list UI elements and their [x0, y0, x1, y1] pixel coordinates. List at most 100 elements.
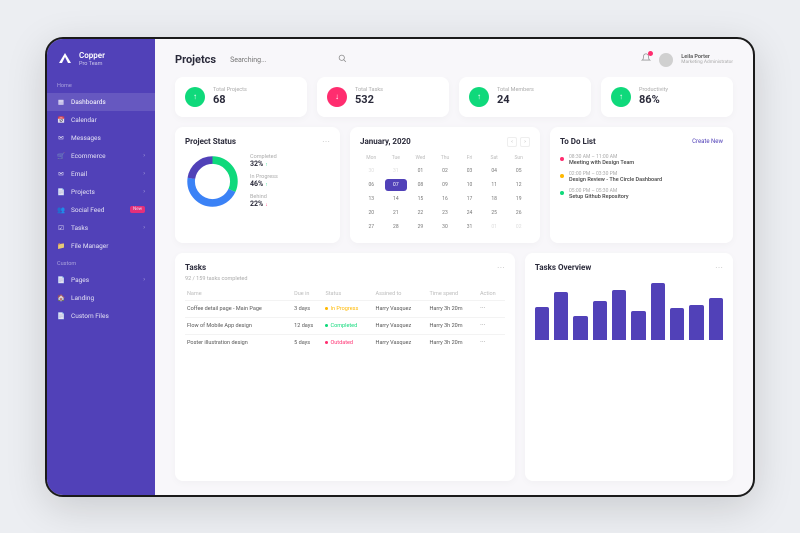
calendar-day[interactable]: 01	[409, 165, 432, 177]
search-icon[interactable]	[338, 54, 347, 66]
sidebar-item-tasks[interactable]: ☑Tasks›	[47, 219, 155, 237]
bar	[709, 298, 723, 340]
table-row[interactable]: Coffee detail page - Main Page3 daysIn P…	[185, 300, 505, 317]
calendar-day[interactable]: 21	[385, 207, 408, 219]
calendar-dow: Tue	[385, 153, 408, 163]
table-row[interactable]: Poster illustration design5 daysOutdated…	[185, 334, 505, 351]
row-action-icon[interactable]: ⋯	[478, 300, 505, 317]
calendar-day[interactable]: 31	[385, 165, 408, 177]
calendar-day[interactable]: 31	[458, 221, 481, 233]
calendar-card: January, 2020 ‹ › MonTueWedThuFriSatSun3…	[350, 127, 540, 243]
calendar-day[interactable]: 13	[360, 193, 383, 205]
tasks-title: Tasks	[185, 263, 206, 272]
sidebar-item-landing[interactable]: 🏠Landing	[47, 289, 155, 307]
calendar-day[interactable]: 30	[434, 221, 457, 233]
sidebar-item-dashboards[interactable]: ▦Dashboards	[47, 93, 155, 111]
sidebar-item-messages[interactable]: ✉Messages	[47, 129, 155, 147]
sidebar-item-ecommerce[interactable]: 🛒Ecommerce›	[47, 147, 155, 165]
calendar-day[interactable]: 20	[360, 207, 383, 219]
calendar-day[interactable]: 24	[458, 207, 481, 219]
stat-value: 86%	[639, 93, 668, 106]
todo-item[interactable]: 02:00 PM – 03:30 PMDesign Review - The C…	[560, 171, 723, 183]
calendar-day[interactable]: 26	[507, 207, 530, 219]
calendar-day[interactable]: 08	[409, 179, 432, 191]
calendar-day[interactable]: 01	[483, 221, 506, 233]
sidebar-item-pages[interactable]: 📄Pages›	[47, 271, 155, 289]
calendar-day[interactable]: 28	[385, 221, 408, 233]
calendar-prev[interactable]: ‹	[507, 137, 517, 147]
more-icon[interactable]: ⋯	[322, 137, 330, 146]
row-action-icon[interactable]: ⋯	[478, 317, 505, 334]
logo-icon	[57, 51, 73, 67]
table-row[interactable]: Flow of Mobile App design12 daysComplete…	[185, 317, 505, 334]
calendar-day[interactable]: 17	[458, 193, 481, 205]
calendar-day[interactable]: 22	[409, 207, 432, 219]
calendar-day[interactable]: 23	[434, 207, 457, 219]
sidebar-item-projects[interactable]: 📄Projects›	[47, 183, 155, 201]
bar-chart	[535, 280, 723, 340]
calendar-day[interactable]: 14	[385, 193, 408, 205]
search-input[interactable]	[230, 56, 330, 64]
bar	[689, 305, 703, 340]
nav-icon: ☑	[57, 224, 65, 232]
app-frame: Copper Pro Team Home ▦Dashboards📅Calenda…	[45, 37, 755, 497]
nav-icon: ✉	[57, 134, 65, 142]
calendar-day[interactable]: 02	[507, 221, 530, 233]
row-action-icon[interactable]: ⋯	[478, 334, 505, 351]
nav-icon: ▦	[57, 98, 65, 106]
notifications-icon[interactable]	[641, 53, 651, 66]
calendar-dow: Thu	[434, 153, 457, 163]
todo-item[interactable]: 05:00 PM – 05:30 AMSetup Github Reposito…	[560, 188, 723, 200]
stat-trend-icon: ↑	[185, 87, 205, 107]
calendar-day[interactable]: 02	[434, 165, 457, 177]
calendar-day[interactable]: 29	[409, 221, 432, 233]
table-header: Assined to	[374, 288, 428, 301]
calendar-day[interactable]: 03	[458, 165, 481, 177]
calendar-day[interactable]: 18	[483, 193, 506, 205]
calendar-day[interactable]: 30	[360, 165, 383, 177]
sidebar-item-custom-files[interactable]: 📄Custom Files	[47, 307, 155, 325]
todo-title: To Do List	[560, 137, 596, 146]
calendar-day[interactable]: 12	[507, 179, 530, 191]
calendar-dow: Sat	[483, 153, 506, 163]
notification-dot	[648, 51, 653, 56]
tasks-overview-card: Tasks Overview ⋯	[525, 253, 733, 481]
table-header: Due in	[292, 288, 323, 301]
calendar-day[interactable]: 11	[483, 179, 506, 191]
calendar-day[interactable]: 10	[458, 179, 481, 191]
bottom-row: Tasks ⋯ 92 / 159 tasks completed NameDue…	[175, 253, 733, 481]
calendar-dow: Wed	[409, 153, 432, 163]
nav-icon: 📄	[57, 188, 65, 196]
more-icon[interactable]: ⋯	[715, 263, 723, 272]
calendar-day[interactable]: 25	[483, 207, 506, 219]
chevron-right-icon: ›	[143, 188, 145, 195]
sidebar-item-calendar[interactable]: 📅Calendar	[47, 111, 155, 129]
calendar-day[interactable]: 16	[434, 193, 457, 205]
stat-value: 68	[213, 93, 247, 106]
calendar-day[interactable]: 09	[434, 179, 457, 191]
more-icon[interactable]: ⋯	[497, 263, 505, 272]
sidebar-item-email[interactable]: ✉Email›	[47, 165, 155, 183]
nav-label: File Manager	[71, 242, 145, 250]
nav-label: Landing	[71, 294, 145, 302]
nav-icon: ✉	[57, 170, 65, 178]
legend-item: Completed32%	[250, 154, 278, 168]
create-new-link[interactable]: Create New	[692, 138, 723, 145]
nav-icon: 👥	[57, 206, 65, 214]
sidebar-item-social-feed[interactable]: 👥Social FeedNew	[47, 201, 155, 219]
calendar-next[interactable]: ›	[520, 137, 530, 147]
calendar-day[interactable]: 04	[483, 165, 506, 177]
sidebar-item-file-manager[interactable]: 📁File Manager	[47, 237, 155, 255]
calendar-day[interactable]: 07	[385, 179, 408, 191]
calendar-day[interactable]: 27	[360, 221, 383, 233]
avatar[interactable]	[659, 53, 673, 67]
todo-item[interactable]: 08:30 AM – 11:00 AMMeeting with Design T…	[560, 154, 723, 166]
nav-label: Ecommerce	[71, 152, 137, 160]
calendar-day[interactable]: 15	[409, 193, 432, 205]
calendar-day[interactable]: 06	[360, 179, 383, 191]
stat-trend-icon: ↓	[327, 87, 347, 107]
todo-item-title: Design Review - The Circle Dashboard	[569, 177, 662, 183]
calendar-day[interactable]: 05	[507, 165, 530, 177]
calendar-day[interactable]: 19	[507, 193, 530, 205]
table-header: Status	[323, 288, 373, 301]
